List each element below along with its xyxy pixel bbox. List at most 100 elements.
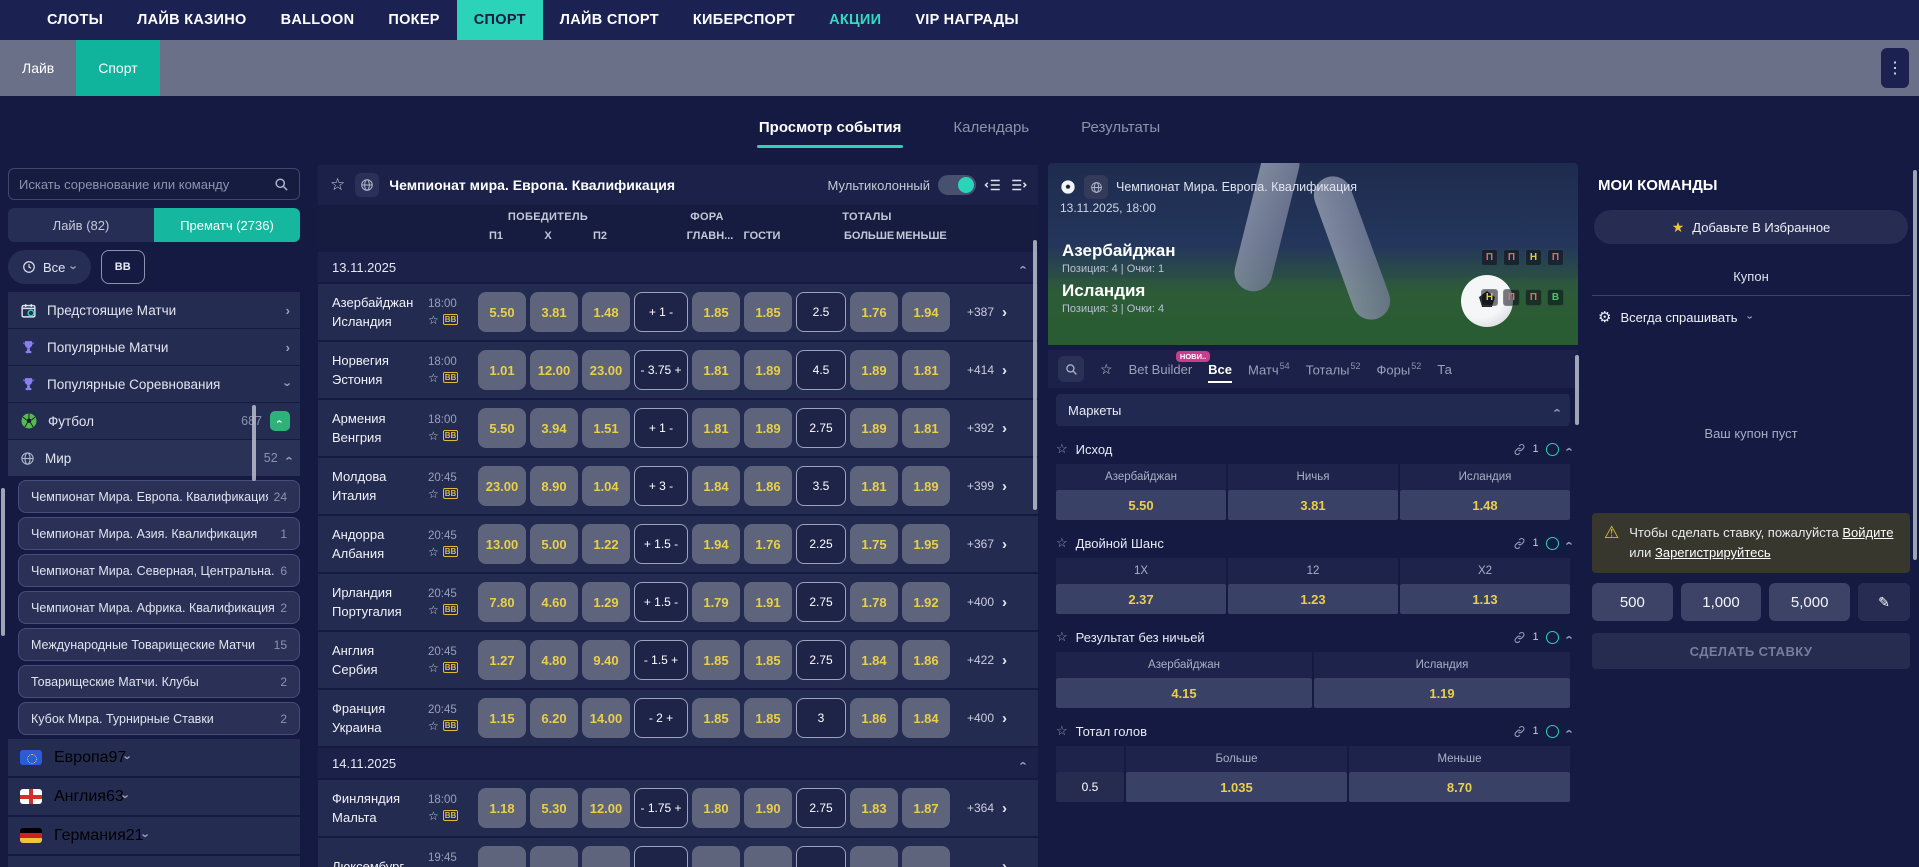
- total-line-button[interactable]: 2.25: [796, 524, 846, 564]
- favorite-event-star-icon[interactable]: ☆: [428, 487, 439, 501]
- market-filter-tab[interactable]: Форы52: [1377, 357, 1422, 381]
- total-over-odd-button[interactable]: 1.89: [850, 350, 898, 390]
- total-over-odd-button[interactable]: 1.76: [850, 292, 898, 332]
- handicap-home-odd-button[interactable]: 1.79: [692, 582, 740, 622]
- register-link[interactable]: Зарегистрируйтесь: [1655, 545, 1771, 560]
- market-filter-tab[interactable]: Bet Builder НОВИ..: [1129, 350, 1211, 381]
- competition-search[interactable]: [8, 168, 300, 200]
- handicap-home-odd-button[interactable]: 1.80: [692, 788, 740, 828]
- favorite-market-star-icon[interactable]: ☆: [1056, 535, 1068, 551]
- handicap-line-button[interactable]: + 1.5 -: [634, 524, 688, 564]
- total-over-odd-button[interactable]: 1.89: [850, 408, 898, 448]
- country-item[interactable]: Европа 97 ›: [8, 739, 300, 776]
- total-line-button[interactable]: [796, 846, 846, 867]
- edit-stake-button[interactable]: ✎: [1858, 583, 1910, 622]
- bet-builder-icon[interactable]: BB: [442, 546, 459, 557]
- place-bet-button[interactable]: СДЕЛАТЬ СТАВКУ: [1592, 633, 1910, 670]
- odd-p1-button[interactable]: 5.50: [478, 408, 526, 448]
- total-over-odd-button[interactable]: 1.83: [850, 788, 898, 828]
- league-item[interactable]: Кубок Мира. Турнирные Ставки 2: [18, 702, 300, 735]
- league-item[interactable]: Чемпионат Мира. Европа. Квалификация 24: [18, 480, 300, 513]
- country-item[interactable]: Германия 21 ›: [8, 817, 300, 854]
- handicap-line-button[interactable]: [634, 846, 688, 867]
- market-odd-button[interactable]: 1.19: [1314, 678, 1570, 708]
- nav-item[interactable]: ПОКЕР: [371, 0, 456, 40]
- odd-x-button[interactable]: 8.90: [530, 466, 578, 506]
- league-item[interactable]: Чемпионат Мира. Северная, Центральна... …: [18, 554, 300, 587]
- sidebar-item-upcoming[interactable]: Предстоящие Матчи ›: [8, 292, 300, 328]
- handicap-line-button[interactable]: - 1.5 +: [634, 640, 688, 680]
- collapse-market-icon[interactable]: ›: [1560, 447, 1575, 451]
- total-under-odd-button[interactable]: 1.81: [902, 408, 950, 448]
- odd-p1-button[interactable]: 1.15: [478, 698, 526, 738]
- sidebar-item-popular-matches[interactable]: Популярные Матчи ›: [8, 329, 300, 365]
- odd-p2-button[interactable]: 1.22: [582, 524, 630, 564]
- league-item[interactable]: Международные Товарищеские Матчи 15: [18, 628, 300, 661]
- bet-builder-filter-button[interactable]: BB: [100, 250, 145, 284]
- collapse-group-icon[interactable]: ›: [1014, 761, 1029, 765]
- favorite-event-star-icon[interactable]: ☆: [428, 719, 439, 733]
- total-under-odd-button[interactable]: 1.94: [902, 292, 950, 332]
- total-under-odd-button[interactable]: 1.84: [902, 698, 950, 738]
- search-input[interactable]: [19, 176, 274, 192]
- handicap-home-odd-button[interactable]: 1.81: [692, 408, 740, 448]
- event-row[interactable]: Молдова Италия 20:45 ☆ BB 23.00 8.90 1.0…: [318, 458, 1038, 514]
- handicap-home-odd-button[interactable]: [692, 846, 740, 867]
- country-item[interactable]: Испания 26 ›: [8, 856, 300, 867]
- collapse-sport-button[interactable]: ›: [270, 411, 290, 431]
- handicap-home-odd-button[interactable]: 1.85: [692, 292, 740, 332]
- page-tab[interactable]: Календарь: [951, 109, 1031, 148]
- odd-x-button[interactable]: 3.81: [530, 292, 578, 332]
- odd-p2-button[interactable]: 9.40: [582, 640, 630, 680]
- compact-view-icon[interactable]: [984, 176, 1002, 194]
- handicap-away-odd-button[interactable]: 1.89: [744, 350, 792, 390]
- handicap-away-odd-button[interactable]: 1.85: [744, 698, 792, 738]
- favorite-competition-star-icon[interactable]: ☆: [330, 175, 345, 195]
- favorite-event-star-icon[interactable]: ☆: [428, 661, 439, 675]
- collapse-market-icon[interactable]: ›: [1560, 635, 1575, 639]
- favorite-markets-star-icon[interactable]: ☆: [1100, 361, 1113, 378]
- odd-p1-button[interactable]: 23.00: [478, 466, 526, 506]
- market-odd-button[interactable]: 5.50: [1056, 490, 1226, 520]
- coupon-tab[interactable]: Купон: [1592, 268, 1910, 296]
- league-item[interactable]: Чемпионат Мира. Азия. Квалификация 1: [18, 517, 300, 550]
- bet-builder-icon[interactable]: BB: [442, 430, 459, 441]
- favorite-event-star-icon[interactable]: ☆: [428, 371, 439, 385]
- handicap-away-odd-button[interactable]: 1.91: [744, 582, 792, 622]
- total-line-button[interactable]: 2.75: [796, 582, 846, 622]
- handicap-away-odd-button[interactable]: 1.85: [744, 640, 792, 680]
- nav-item[interactable]: BALLOON: [264, 0, 372, 40]
- bet-builder-icon[interactable]: BB: [442, 604, 459, 615]
- odd-x-button[interactable]: 12.00: [530, 350, 578, 390]
- open-event-chevron-icon[interactable]: ›: [1002, 801, 1007, 816]
- event-row[interactable]: Франция Украина 20:45 ☆ BB 1.15 6.20 14.…: [318, 690, 1038, 746]
- league-item[interactable]: Товарищеские Матчи. Клубы 2: [18, 665, 300, 698]
- market-filter-tab[interactable]: Матч54: [1248, 357, 1290, 381]
- league-item[interactable]: Чемпионат Мира. Африка. Квалификация 2: [18, 591, 300, 624]
- total-line-button[interactable]: 3: [796, 698, 846, 738]
- country-item[interactable]: Англия 63 ›: [8, 778, 300, 815]
- handicap-line-button[interactable]: - 3.75 +: [634, 350, 688, 390]
- handicap-line-button[interactable]: - 1.75 +: [634, 788, 688, 828]
- events-scrollbar[interactable]: [1033, 240, 1037, 510]
- odd-x-button[interactable]: 6.20: [530, 698, 578, 738]
- favorite-event-star-icon[interactable]: ☆: [428, 545, 439, 559]
- handicap-line-button[interactable]: - 2 +: [634, 698, 688, 738]
- page-tab[interactable]: Просмотр события: [756, 109, 904, 148]
- handicap-home-odd-button[interactable]: 1.81: [692, 350, 740, 390]
- market-odd-button[interactable]: 8.70: [1349, 772, 1570, 802]
- market-filter-tab[interactable]: Та: [1437, 358, 1452, 381]
- mode-tab[interactable]: Лайв: [0, 40, 76, 96]
- open-event-chevron-icon[interactable]: ›: [1002, 653, 1007, 668]
- favorite-market-star-icon[interactable]: ☆: [1056, 441, 1068, 457]
- market-odd-button[interactable]: 1.035: [1126, 772, 1347, 802]
- stake-chip-button[interactable]: 5,000: [1769, 583, 1851, 622]
- market-search-button[interactable]: [1058, 356, 1084, 382]
- total-line-button[interactable]: 3.5: [796, 466, 846, 506]
- open-event-chevron-icon[interactable]: ›: [1002, 363, 1007, 378]
- total-under-odd-button[interactable]: 1.92: [902, 582, 950, 622]
- handicap-home-odd-button[interactable]: 1.94: [692, 524, 740, 564]
- handicap-line-button[interactable]: + 1 -: [634, 408, 688, 448]
- collapse-group-icon[interactable]: ›: [1014, 265, 1029, 269]
- search-icon[interactable]: [274, 177, 289, 192]
